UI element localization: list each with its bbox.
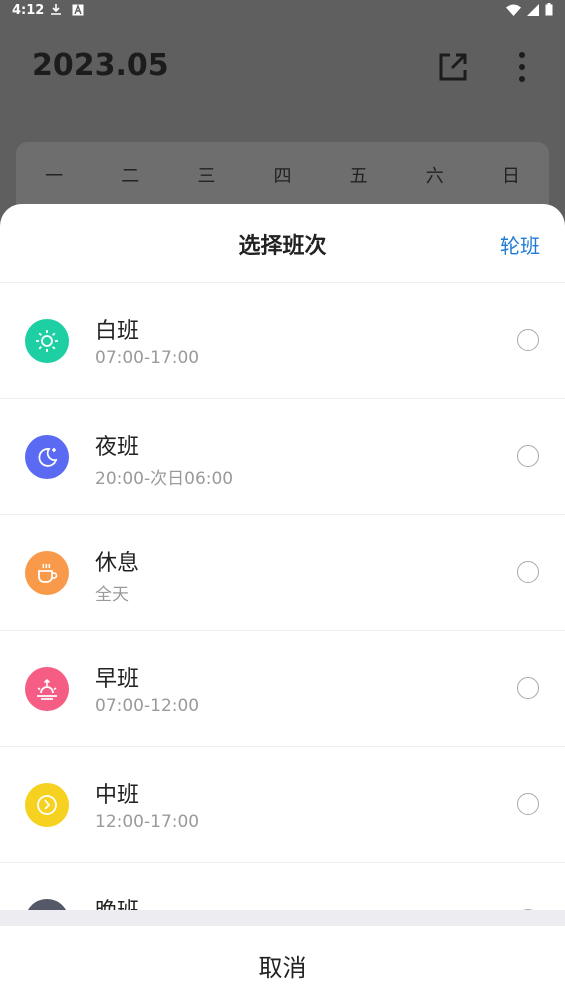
shift-radio[interactable]	[517, 329, 539, 351]
shift-name: 休息	[95, 551, 140, 576]
export-icon	[439, 53, 467, 81]
shift-name: 夜班	[95, 435, 140, 460]
battery-icon	[545, 3, 553, 16]
download-icon	[51, 4, 61, 15]
shift-time: 全天	[95, 585, 129, 605]
sun-icon	[25, 319, 69, 363]
shift-time: 07:00-17:00	[95, 348, 200, 368]
shift-time: 07:00-12:00	[95, 696, 200, 716]
sunrise-icon	[25, 667, 69, 711]
shift-name: 白班	[95, 319, 140, 344]
shift-name: 早班	[95, 667, 140, 692]
shift-row-day[interactable]: 白班 07:00-17:00	[0, 283, 565, 399]
sheet-title: 选择班次	[238, 234, 327, 259]
shift-time: 20:00-次日06:00	[95, 469, 234, 489]
shift-list: 白班 07:00-17:00 夜班 20:00-次日06:00 休息 全天 早班…	[0, 283, 565, 979]
more-vertical-icon	[519, 52, 525, 82]
shift-radio[interactable]	[517, 677, 539, 699]
status-bar: 4:12	[0, 0, 565, 24]
rotate-shift-button[interactable]: 轮班	[500, 230, 540, 259]
font-icon	[72, 3, 84, 15]
shift-name: 中班	[95, 783, 140, 808]
shift-radio[interactable]	[517, 445, 539, 467]
moon-icon	[25, 435, 69, 479]
shift-time: 12:00-17:00	[95, 812, 200, 832]
shift-radio[interactable]	[517, 561, 539, 583]
wifi-icon	[506, 4, 521, 16]
cancel-label: 取消	[258, 953, 307, 982]
shift-row-morning[interactable]: 早班 07:00-12:00	[0, 631, 565, 747]
sheet-header: 选择班次 轮班	[0, 204, 565, 283]
signal-icon	[527, 3, 539, 16]
status-time: 4:12	[12, 3, 45, 18]
export-button[interactable]	[436, 50, 470, 84]
shift-radio[interactable]	[517, 793, 539, 815]
shift-row-rest[interactable]: 休息 全天	[0, 515, 565, 631]
shift-picker-sheet: 选择班次 轮班 白班 07:00-17:00 夜班 20:00-次日06:00 …	[0, 204, 565, 1004]
cancel-button[interactable]: 取消	[0, 926, 565, 1004]
shift-row-night[interactable]: 夜班 20:00-次日06:00	[0, 399, 565, 515]
coffee-icon	[25, 551, 69, 595]
clock-icon	[25, 783, 69, 827]
shift-row-midday[interactable]: 中班 12:00-17:00	[0, 747, 565, 863]
month-title: 2023.05	[32, 48, 169, 83]
more-button[interactable]	[510, 50, 534, 84]
divider	[0, 910, 565, 926]
app-bar	[0, 24, 565, 144]
